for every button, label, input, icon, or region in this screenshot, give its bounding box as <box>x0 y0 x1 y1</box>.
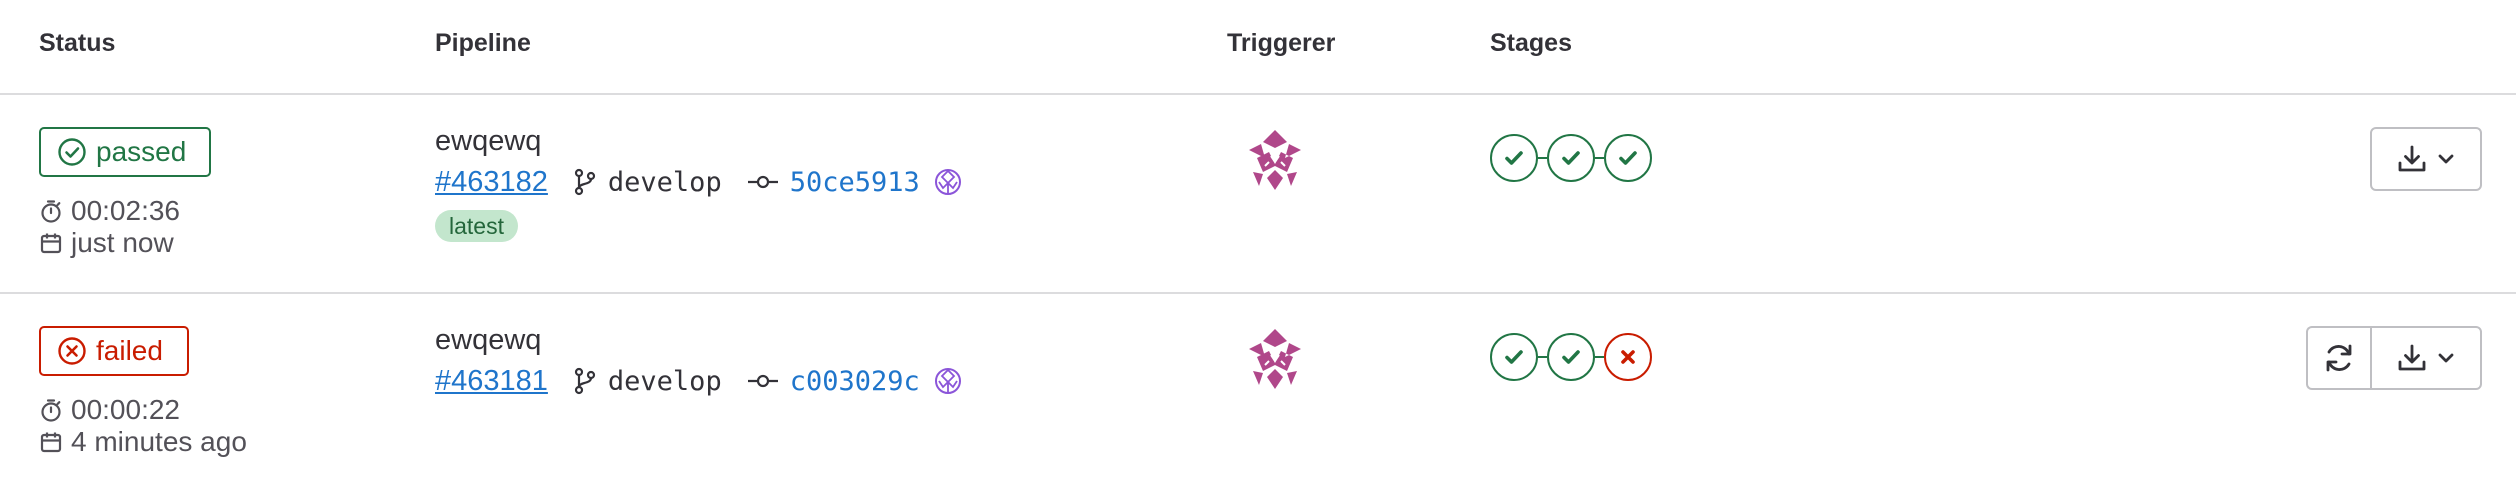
download-artifacts-button[interactable] <box>2370 127 2482 191</box>
column-header-triggerer: Triggerer <box>1227 29 1336 57</box>
retry-icon <box>2326 344 2352 372</box>
duration-value: 00:02:36 <box>71 195 180 226</box>
duration-value: 00:00:22 <box>71 394 180 425</box>
status-label: passed <box>96 136 187 167</box>
timer-icon <box>41 200 61 223</box>
pipeline-stages <box>1490 134 1652 182</box>
stage-status-success[interactable] <box>1604 134 1652 182</box>
chevron-down-icon <box>2438 154 2454 164</box>
finished-time-value: 4 minutes ago <box>71 426 247 457</box>
stage-connector <box>1595 157 1604 159</box>
duration: 00:00:22 <box>40 394 180 426</box>
finished-time: 4 minutes ago <box>40 426 247 458</box>
commit-sha-link[interactable]: c003029c <box>790 366 920 397</box>
duration: 00:02:36 <box>40 195 180 227</box>
status-badge[interactable]: passed <box>39 127 211 177</box>
column-header-status: Status <box>39 29 116 57</box>
branch-icon <box>574 168 596 196</box>
close-icon <box>1621 350 1635 364</box>
latest-tag-badge: latest <box>435 210 518 242</box>
finished-time: just now <box>40 227 174 259</box>
column-header-stages: Stages <box>1490 29 1572 57</box>
pipeline-refs: #463182 develop 50ce5913 <box>435 162 962 202</box>
stage-status-success[interactable] <box>1547 134 1595 182</box>
commit-icon <box>747 175 778 189</box>
commit-icon <box>747 374 778 388</box>
retry-pipeline-button[interactable] <box>2306 326 2370 390</box>
branch-name[interactable]: develop <box>608 366 722 397</box>
column-header-pipeline: Pipeline <box>435 29 531 57</box>
check-icon <box>1505 350 1523 364</box>
finished-time-value: just now <box>71 227 174 258</box>
stage-connector <box>1538 157 1547 159</box>
stage-status-success[interactable] <box>1490 134 1538 182</box>
stage-status-success[interactable] <box>1490 333 1538 381</box>
branch-icon <box>574 367 596 395</box>
commit-author-avatar[interactable] <box>934 367 962 395</box>
chevron-down-icon <box>2438 353 2454 363</box>
stage-connector <box>1595 356 1604 358</box>
check-icon <box>1619 151 1637 165</box>
check-icon <box>1562 151 1580 165</box>
pipelines-table: Status Pipeline Triggerer Stages passed … <box>0 0 2516 484</box>
status-failed-icon <box>58 337 86 365</box>
calendar-icon <box>40 432 62 453</box>
commit-author-avatar[interactable] <box>934 168 962 196</box>
download-icon <box>2398 344 2426 371</box>
triggerer-avatar[interactable] <box>1243 128 1307 192</box>
branch-name[interactable]: develop <box>608 167 722 198</box>
stage-status-success[interactable] <box>1547 333 1595 381</box>
status-label: failed <box>96 335 163 366</box>
pipeline-title[interactable]: ewqewq <box>435 324 541 357</box>
check-icon <box>1505 151 1523 165</box>
pipeline-id-link[interactable]: #463182 <box>435 166 548 199</box>
pipeline-title[interactable]: ewqewq <box>435 125 541 158</box>
stage-connector <box>1538 356 1547 358</box>
table-header: Status Pipeline Triggerer Stages <box>0 0 2516 95</box>
status-badge[interactable]: failed <box>39 326 189 376</box>
pipeline-stages <box>1490 333 1652 381</box>
check-icon <box>1562 350 1580 364</box>
timer-icon <box>41 399 61 422</box>
table-row: passed 00:02:36 just now ewqewq #463182 … <box>0 95 2516 294</box>
stage-status-failed[interactable] <box>1604 333 1652 381</box>
status-success-icon <box>58 138 86 166</box>
pipeline-id-link[interactable]: #463181 <box>435 365 548 398</box>
download-icon <box>2398 145 2426 172</box>
table-row: failed 00:00:22 4 minutes ago ewqewq #46… <box>0 294 2516 484</box>
pipeline-refs: #463181 develop c003029c <box>435 361 962 401</box>
calendar-icon <box>40 233 62 254</box>
commit-sha-link[interactable]: 50ce5913 <box>790 167 920 198</box>
triggerer-avatar[interactable] <box>1243 327 1307 391</box>
download-artifacts-button[interactable] <box>2370 326 2482 390</box>
